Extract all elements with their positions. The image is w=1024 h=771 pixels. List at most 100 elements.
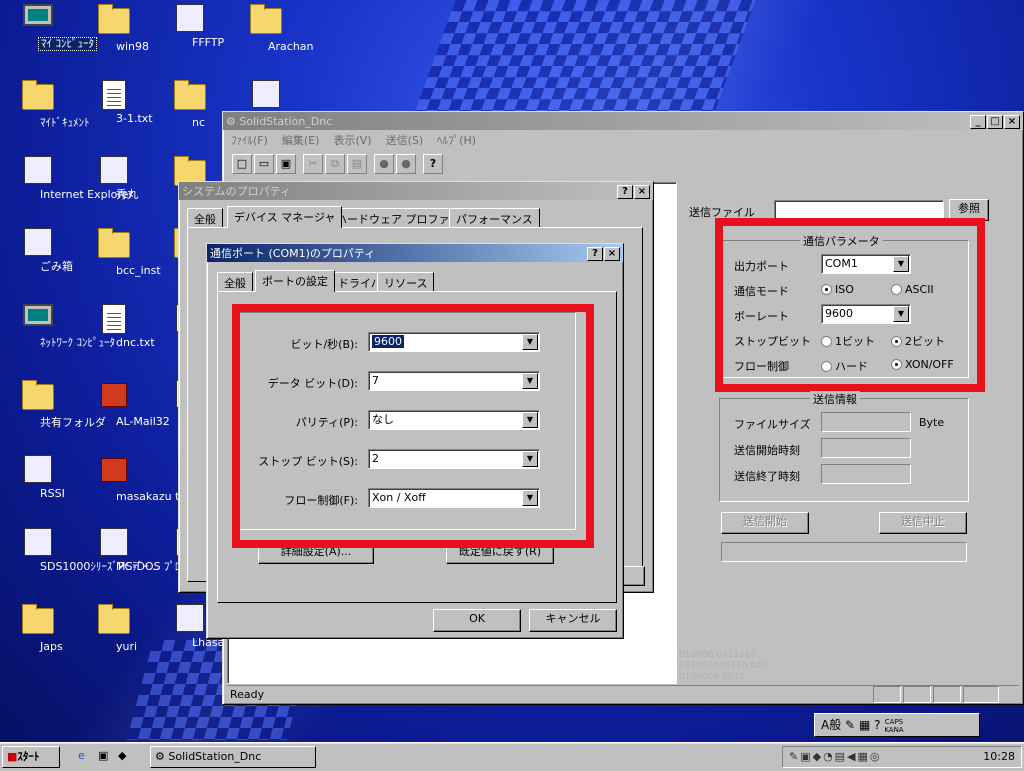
desktop-icon-label: Japs [40, 640, 63, 653]
desktop-icon[interactable]: masakazu tanaka [76, 455, 213, 503]
desktop-icon[interactable]: dnc.txt [76, 304, 155, 349]
help-button[interactable]: ? [617, 184, 633, 199]
desktop-icon[interactable]: FFFTP [152, 4, 228, 49]
desktop-quicklaunch-icon[interactable]: ▣ [98, 749, 108, 762]
port-settings-panel: ビット/秒(B): 9600 ▼ データ ビット(D): 7 ▼ パリティ(P): … [217, 291, 617, 603]
end-time-label: 送信終了時刻 [734, 470, 800, 483]
new-file-icon[interactable]: □ [232, 154, 252, 174]
desktop-icon[interactable]: MS-DOS ﾌﾟﾛﾝﾌﾟﾄ (2) [76, 528, 222, 573]
folder-icon [22, 604, 54, 638]
menu-item[interactable]: ﾌｧｲﾙ(F) [231, 132, 268, 148]
tab-0[interactable]: 全般 [187, 208, 223, 227]
menu-item[interactable]: 編集(E) [282, 132, 320, 148]
desktop-icon-label: ﾏｲﾄﾞｷｭﾒﾝﾄ [40, 116, 90, 129]
internet-explorer-icon [22, 156, 54, 186]
status-bar: Ready [227, 685, 1019, 703]
save-icon[interactable]: ▣ [276, 154, 296, 174]
cut-icon[interactable]: ✂ [303, 154, 323, 174]
progress-bar [721, 542, 967, 562]
desktop-icon[interactable]: AL-Mail32 [76, 380, 170, 428]
port-properties-dialog: 通信ポート (COM1)のプロパティ ? × 全般 ポートの設定 ドライバ リソース ビ… [206, 243, 624, 639]
ok-button[interactable]: OK [433, 609, 521, 632]
desktop-icon[interactable]: SDS1000ｼﾘｰｽﾞPCﾃﾞｰ... [0, 528, 159, 573]
desktop-icon[interactable]: Arachan [228, 4, 314, 53]
start-time-field [821, 438, 911, 458]
tab-3[interactable]: リソース [377, 272, 435, 291]
rssi-icon [22, 455, 54, 485]
desktop-icon[interactable]: 秀丸 [76, 156, 152, 201]
folder-icon [98, 604, 130, 638]
cancel-button[interactable]: キャンセル [529, 609, 617, 632]
send-start-button[interactable]: 送信開始 [721, 512, 809, 534]
ime-help-icon[interactable]: ? [874, 718, 880, 732]
desktop-icon[interactable] [228, 80, 304, 113]
desktop-icon[interactable]: bcc_inst [76, 228, 161, 277]
ms-dos-icon [98, 528, 130, 558]
help-icon[interactable]: ? [423, 154, 443, 174]
record-icon[interactable]: ● [374, 154, 394, 174]
params-highlight [715, 218, 985, 392]
solidstation-titlebar[interactable]: ⚙ SolidStation_Dnc _ □ × [223, 112, 1023, 130]
maximize-button[interactable]: □ [987, 114, 1003, 129]
tab-1[interactable]: デバイス マネージャ [227, 206, 343, 228]
ime-mode[interactable]: A般 [821, 718, 841, 732]
desktop-icon-label: FFFTP [192, 36, 225, 49]
desktop-icon-label: 秀丸 [116, 188, 138, 201]
start-time-label: 送信開始時刻 [734, 444, 800, 457]
port-properties-titlebar[interactable]: 通信ポート (COM1)のプロパティ ? × [207, 244, 623, 262]
menu-item[interactable]: ﾍﾙﾌﾟ(H) [437, 132, 476, 148]
desktop-icon[interactable]: win98 [76, 4, 152, 53]
desktop-icon[interactable]: Japs [0, 604, 76, 653]
ie-quicklaunch-icon[interactable]: e [78, 749, 85, 762]
open-folder-icon[interactable]: ▭ [254, 154, 274, 174]
send-file-input[interactable] [774, 200, 944, 220]
byte-unit: Byte [919, 416, 945, 429]
close-button[interactable]: × [634, 184, 650, 199]
port-settings-highlight [232, 304, 594, 548]
file-size-label: ファイルサイズ [734, 418, 811, 431]
desktop-icon[interactable]: ﾏｲﾄﾞｷｭﾒﾝﾄ [0, 80, 90, 129]
copy-icon[interactable]: ⧉ [325, 154, 345, 174]
desktop-icon[interactable]: Internet Explorer [0, 156, 133, 201]
sds1000-icon [22, 528, 54, 558]
desktop-icon-label: 共有フォルダ [40, 416, 106, 429]
ime-dictionary-icon[interactable]: ✎ [845, 718, 855, 732]
help-button[interactable]: ? [587, 246, 603, 261]
desktop-icon-label: yuri [116, 640, 138, 653]
menu-item[interactable]: 送信(S) [386, 132, 424, 148]
desktop-icon[interactable]: 3-1.txt [76, 80, 153, 125]
desktop-icon-label: bcc_inst [116, 264, 161, 277]
al-mail-icon [98, 383, 130, 413]
tab-1[interactable]: ポートの設定 [255, 270, 335, 292]
system-properties-titlebar[interactable]: システムのプロパティ ? × [179, 182, 653, 200]
close-button[interactable]: × [604, 246, 620, 261]
desktop-icon[interactable]: yuri [76, 604, 152, 653]
minimize-button[interactable]: _ [970, 114, 986, 129]
system-tray: ✎▣◆◔▤◀▦◎ 10:28 [782, 746, 1022, 768]
tab-3[interactable]: パフォーマンス [449, 208, 540, 227]
port-properties-tabs: 全般 ポートの設定 ドライバ リソース [217, 270, 617, 292]
desktop-icon[interactable]: ﾏｲ ｺﾝﾋﾟｭｰﾀ [0, 4, 97, 51]
ime-pad-icon[interactable]: ▦ [859, 718, 870, 732]
tray-icons[interactable]: ✎▣◆◔▤◀▦◎ [783, 750, 882, 763]
channel-quicklaunch-icon[interactable]: ◆ [118, 749, 126, 762]
desktop-icon[interactable]: ﾈｯﾄﾜｰｸ ｺﾝﾋﾟｭｰﾀ [0, 304, 115, 349]
send-stop-button[interactable]: 送信中止 [879, 512, 967, 534]
desktop-icon[interactable]: 共有フォルダ [0, 380, 106, 429]
end-time-field [821, 464, 911, 484]
desktop-icon[interactable]: RSSI [0, 455, 76, 500]
menu-item[interactable]: 表示(V) [333, 132, 371, 148]
ime-toolbar: A般 ✎ ▦ ? CAPS KANA [814, 713, 980, 737]
taskbar-solidstation-button[interactable]: ⚙ SolidStation_Dnc [150, 746, 316, 768]
paste-icon[interactable]: ▤ [347, 154, 367, 174]
start-button[interactable]: ■ｽﾀｰﾄ [2, 746, 60, 768]
tab-0[interactable]: 全般 [217, 272, 253, 291]
desktop-icon-label: nc [192, 116, 206, 129]
text-file-icon [98, 80, 130, 110]
folder-icon [98, 228, 130, 262]
desktop-icon[interactable]: ごみ箱 [0, 228, 76, 273]
close-button[interactable]: × [1004, 114, 1020, 129]
desktop-icon[interactable]: nc [152, 80, 228, 129]
stop-icon[interactable]: ● [396, 154, 416, 174]
lhasa-icon [174, 604, 206, 634]
